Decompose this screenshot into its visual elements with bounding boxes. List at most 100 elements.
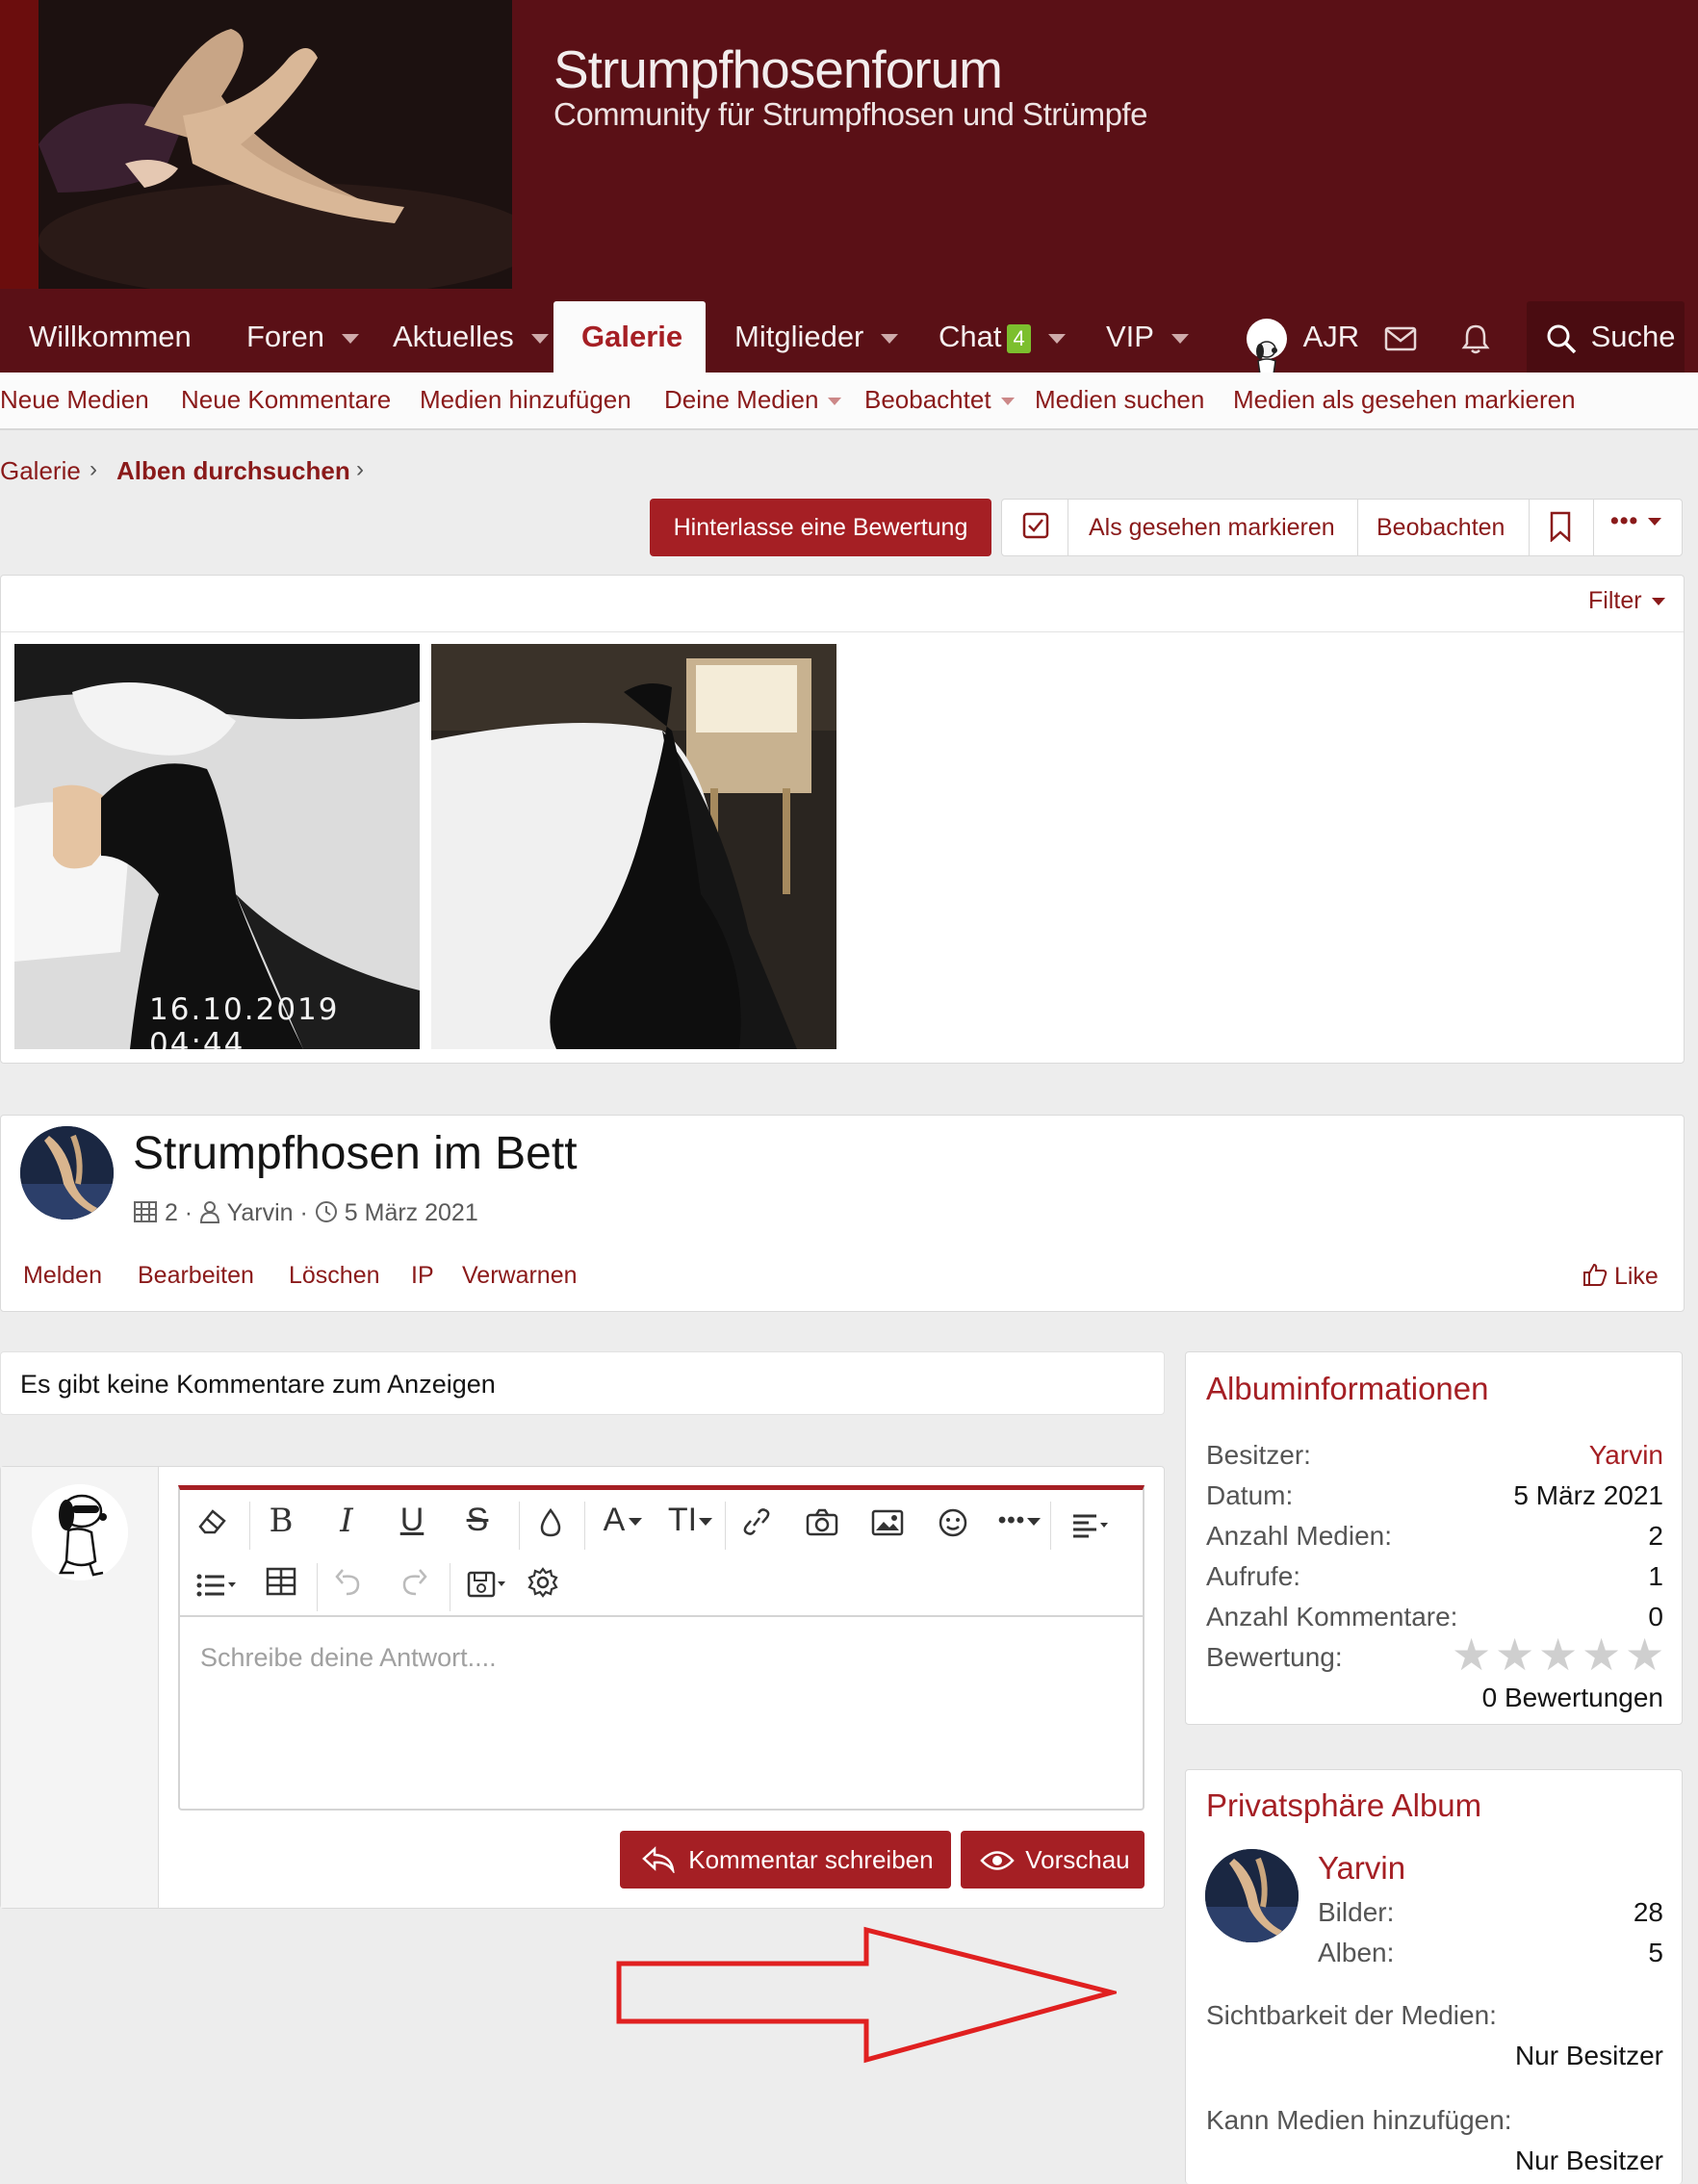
chevron-down-icon[interactable] bbox=[828, 398, 842, 406]
subnav-medien-hinzufuegen[interactable]: Medien hinzufügen bbox=[420, 385, 631, 415]
chevron-down-icon[interactable] bbox=[1000, 398, 1015, 406]
breadcrumb-galerie[interactable]: Galerie bbox=[0, 456, 81, 486]
chevron-down-icon[interactable] bbox=[1171, 333, 1189, 344]
smiley-icon[interactable] bbox=[929, 1507, 977, 1547]
reply-icon bbox=[641, 1836, 676, 1893]
like-button[interactable]: Like bbox=[1582, 1262, 1659, 1294]
rate-button[interactable]: Hinterlasse eine Bewertung bbox=[650, 499, 991, 556]
list-icon[interactable] bbox=[188, 1569, 245, 1606]
banner-image[interactable] bbox=[0, 0, 512, 289]
nav-item-vip[interactable]: VIP bbox=[1106, 289, 1189, 373]
save-draft-icon[interactable] bbox=[459, 1569, 517, 1606]
star-icon[interactable]: ★ bbox=[1495, 1632, 1534, 1677]
edit-link[interactable]: Bearbeiten bbox=[138, 1262, 254, 1290]
warn-link[interactable]: Verwarnen bbox=[462, 1262, 578, 1290]
nav-item-galerie[interactable]: Galerie bbox=[581, 289, 682, 373]
star-icon[interactable]: ★ bbox=[1538, 1632, 1578, 1677]
editor-toolbar: B I U S A TI ••• bbox=[178, 1485, 1145, 1615]
grid-icon bbox=[133, 1200, 158, 1230]
redo-icon[interactable] bbox=[390, 1567, 438, 1605]
chevron-down-icon[interactable] bbox=[341, 333, 359, 344]
privacy-title: Privatsphäre Album bbox=[1206, 1787, 1482, 1823]
chevron-right-icon: › bbox=[90, 456, 97, 482]
delete-link[interactable]: Löschen bbox=[289, 1262, 380, 1290]
strikethrough-icon[interactable]: S bbox=[453, 1502, 502, 1539]
nav-item-aktuelles[interactable]: Aktuelles bbox=[393, 289, 549, 373]
undo-icon[interactable] bbox=[324, 1567, 373, 1605]
visibility-label: Sichtbarkeit der Medien: bbox=[1206, 2000, 1497, 2030]
inbox-icon[interactable] bbox=[1384, 289, 1417, 373]
chevron-down-icon[interactable] bbox=[530, 333, 549, 344]
albums-label: Alben: bbox=[1318, 1938, 1395, 1967]
info-value: 1 bbox=[1648, 1561, 1663, 1591]
action-button-group: Als gesehen markieren Beobachten ••• bbox=[1001, 499, 1683, 556]
bold-icon[interactable]: B bbox=[257, 1502, 305, 1540]
no-comments-message: Es gibt keine Kommentare zum Anzeigen bbox=[0, 1351, 1165, 1415]
star-icon[interactable]: ★ bbox=[1625, 1632, 1664, 1677]
divider bbox=[1, 631, 1684, 632]
link-icon[interactable] bbox=[733, 1507, 781, 1545]
underline-icon[interactable]: U bbox=[388, 1502, 436, 1539]
avatar[interactable] bbox=[20, 1126, 114, 1220]
bell-icon[interactable] bbox=[1461, 289, 1490, 373]
privacy-user-link[interactable]: Yarvin bbox=[1318, 1850, 1405, 1887]
font-size-icon[interactable]: TI bbox=[661, 1502, 719, 1539]
camera-icon[interactable] bbox=[798, 1507, 846, 1545]
mark-seen-button[interactable]: Als gesehen markieren bbox=[1089, 514, 1335, 542]
nav-item-mitglieder[interactable]: Mitglieder bbox=[734, 289, 899, 373]
bookmark-icon[interactable] bbox=[1549, 511, 1572, 549]
nav-item-foren[interactable]: Foren bbox=[246, 289, 359, 373]
info-value: 5 März 2021 bbox=[1513, 1480, 1663, 1510]
table-icon[interactable] bbox=[257, 1567, 305, 1605]
add-permission-label: Kann Medien hinzufügen: bbox=[1206, 2105, 1512, 2135]
album-info-title: Albuminformationen bbox=[1206, 1371, 1489, 1406]
subnav-deine-medien[interactable]: Deine Medien bbox=[664, 385, 842, 415]
eraser-icon[interactable] bbox=[188, 1507, 236, 1545]
preview-button[interactable]: Vorschau bbox=[961, 1831, 1145, 1889]
rating-count: 0 Bewertungen bbox=[1481, 1683, 1663, 1712]
color-drop-icon[interactable] bbox=[527, 1507, 575, 1547]
subnav-neue-medien[interactable]: Neue Medien bbox=[0, 385, 149, 415]
chevron-down-icon[interactable] bbox=[881, 333, 899, 344]
avatar[interactable] bbox=[32, 1484, 128, 1580]
chevron-down-icon[interactable] bbox=[1047, 333, 1066, 344]
more-icon[interactable]: ••• bbox=[990, 1502, 1048, 1540]
nav-user[interactable]: AJR bbox=[1247, 289, 1359, 375]
nav-search[interactable]: Suche bbox=[1546, 289, 1676, 373]
italic-icon[interactable]: I bbox=[322, 1502, 371, 1540]
nav-item-chat[interactable]: Chat 4 bbox=[939, 289, 1066, 373]
media-count: 2 bbox=[164, 1199, 178, 1226]
submit-comment-button[interactable]: Kommentar schreiben bbox=[620, 1831, 951, 1889]
albums-count: 5 bbox=[1648, 1938, 1663, 1967]
info-owner-link[interactable]: Yarvin bbox=[1589, 1440, 1663, 1471]
breadcrumb-alben[interactable]: Alben durchsuchen bbox=[116, 456, 350, 486]
user-icon bbox=[199, 1200, 220, 1230]
star-icon[interactable]: ★ bbox=[1452, 1632, 1491, 1677]
nav-item-willkommen[interactable]: Willkommen bbox=[29, 289, 192, 373]
gear-icon[interactable] bbox=[519, 1567, 567, 1606]
album-author[interactable]: Yarvin bbox=[227, 1199, 294, 1226]
media-thumbnail[interactable]: 16.10.2019 04:44 bbox=[14, 644, 420, 1049]
site-subtitle: Community für Strumpfhosen und Strümpfe bbox=[553, 96, 1147, 132]
site-title[interactable]: Strumpfhosenforum bbox=[553, 39, 1003, 100]
info-label: Anzahl Kommentare: bbox=[1206, 1602, 1458, 1632]
avatar[interactable] bbox=[1205, 1849, 1299, 1942]
subnav-neue-kommentare[interactable]: Neue Kommentare bbox=[181, 385, 391, 415]
ip-link[interactable]: IP bbox=[411, 1262, 434, 1290]
image-icon[interactable] bbox=[863, 1507, 912, 1545]
subnav-medien-suchen[interactable]: Medien suchen bbox=[1035, 385, 1204, 415]
report-link[interactable]: Melden bbox=[23, 1262, 102, 1290]
font-icon[interactable]: A bbox=[594, 1502, 652, 1539]
visibility-value: Nur Besitzer bbox=[1514, 2041, 1663, 2070]
media-thumbnail[interactable] bbox=[431, 644, 836, 1049]
watch-button[interactable]: Beobachten bbox=[1376, 514, 1505, 542]
align-icon[interactable] bbox=[1062, 1509, 1119, 1547]
subnav-medien-gesehen[interactable]: Medien als gesehen markieren bbox=[1233, 385, 1576, 415]
star-icon[interactable]: ★ bbox=[1582, 1632, 1621, 1677]
thumbs-up-icon bbox=[1582, 1262, 1608, 1294]
checkbox-icon[interactable] bbox=[1021, 511, 1050, 547]
info-value: 2 bbox=[1648, 1521, 1663, 1551]
filter-button[interactable]: Filter bbox=[1588, 587, 1665, 615]
subnav-beobachtet[interactable]: Beobachtet bbox=[864, 385, 1015, 415]
more-options-icon[interactable]: ••• bbox=[1610, 507, 1662, 535]
